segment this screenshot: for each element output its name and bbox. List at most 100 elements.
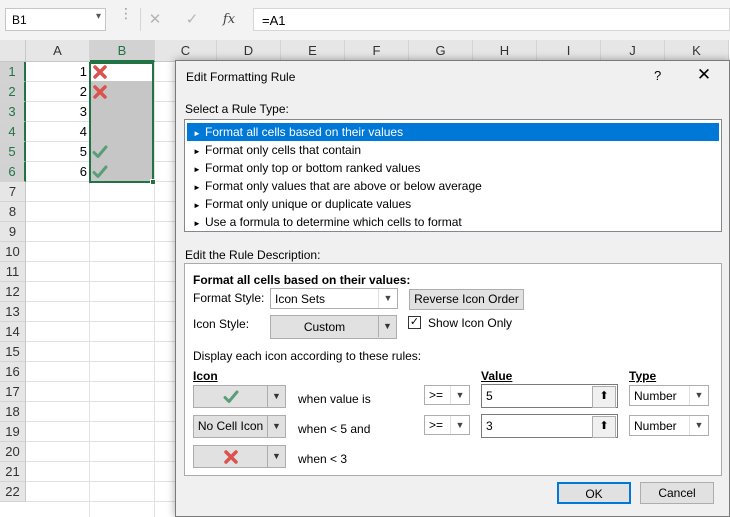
rule-1-condition: when value is — [298, 392, 371, 406]
column-header-j[interactable]: J — [601, 40, 665, 62]
row-header-6[interactable]: 6 — [0, 162, 26, 182]
column-header-g[interactable]: G — [409, 40, 473, 62]
row-header-11[interactable]: 11 — [0, 262, 26, 282]
column-header-k[interactable]: K — [665, 40, 729, 62]
dialog-title: Edit Formatting Rule — [186, 70, 296, 84]
rule-type-item[interactable]: ► Format only unique or duplicate values — [187, 195, 719, 213]
enter-icon[interactable]: ✓ — [182, 10, 202, 30]
rule-1-operator: >= — [429, 388, 444, 402]
arrow-right-icon: ► — [193, 219, 201, 228]
value-column-header: Value — [481, 369, 513, 383]
icon-column-header: Icon — [193, 369, 218, 383]
cell-a2[interactable]: 2 — [26, 82, 90, 102]
rule-1-operator-select[interactable]: >= ▼ — [424, 385, 470, 405]
drag-handle-icon[interactable]: ⋮ — [119, 6, 133, 28]
row-header-10[interactable]: 10 — [0, 242, 26, 262]
row-header-8[interactable]: 8 — [0, 202, 26, 222]
reverse-icon-order-button[interactable]: Reverse Icon Order — [409, 289, 524, 310]
row-header-18[interactable]: 18 — [0, 402, 26, 422]
row-header-21[interactable]: 21 — [0, 462, 26, 482]
rule-1-type-select[interactable]: Number ▼ — [629, 385, 709, 406]
cell-a1[interactable]: 1 — [26, 62, 90, 82]
chevron-down-icon[interactable]: ▼ — [267, 446, 285, 467]
row-header-2[interactable]: 2 — [0, 82, 26, 102]
red-x-icon — [92, 84, 108, 100]
icon-style-select[interactable]: Custom ▼ — [270, 315, 397, 339]
range-select-icon[interactable]: ⬆ — [592, 386, 616, 408]
insert-function-icon[interactable]: fx — [219, 10, 239, 30]
range-select-icon[interactable]: ⬆ — [592, 416, 616, 438]
rule-type-item[interactable]: ► Format only top or bottom ranked values — [187, 159, 719, 177]
rule-2-value-input[interactable]: 3 ⬆ — [481, 414, 618, 438]
chevron-down-icon[interactable]: ▼ — [689, 386, 708, 405]
row-header-16[interactable]: 16 — [0, 362, 26, 382]
row-header-14[interactable]: 14 — [0, 322, 26, 342]
row-header-3[interactable]: 3 — [0, 102, 26, 122]
row-header-19[interactable]: 19 — [0, 422, 26, 442]
rule-type-item[interactable]: ► Format only cells that contain — [187, 141, 719, 159]
row-header-9[interactable]: 9 — [0, 222, 26, 242]
red-x-icon — [194, 446, 267, 467]
help-icon[interactable]: ? — [654, 68, 661, 83]
chevron-down-icon[interactable]: ▼ — [378, 316, 396, 337]
rule-type-label: Format only values that are above or bel… — [205, 179, 482, 193]
cell-a4[interactable]: 4 — [26, 122, 90, 142]
rule-description-panel: Format all cells based on their values: … — [184, 263, 722, 476]
icon-style-value: Custom — [303, 320, 346, 334]
ok-button[interactable]: OK — [557, 482, 631, 504]
name-box[interactable]: B1 ▾ — [5, 8, 106, 31]
cancel-button[interactable]: Cancel — [640, 482, 714, 504]
rule-2-operator-select[interactable]: >= ▼ — [424, 415, 470, 435]
column-header-f[interactable]: F — [345, 40, 409, 62]
edit-formatting-rule-dialog: Edit Formatting Rule ? ✕ Select a Rule T… — [175, 60, 730, 517]
chevron-down-icon[interactable]: ▼ — [450, 416, 469, 434]
column-header-h[interactable]: H — [473, 40, 537, 62]
column-header-e[interactable]: E — [281, 40, 345, 62]
rule-type-list[interactable]: ► Format all cells based on their values ►… — [184, 119, 722, 232]
chevron-down-icon[interactable]: ▼ — [450, 386, 469, 404]
rule-1-icon-select[interactable]: ▼ — [193, 385, 286, 408]
rule-2-value: 3 — [486, 419, 493, 433]
green-check-icon — [92, 144, 108, 160]
chevron-down-icon[interactable]: ▼ — [378, 289, 397, 308]
rule-type-item[interactable]: ► Format only values that are above or be… — [187, 177, 719, 195]
row-header-5[interactable]: 5 — [0, 142, 26, 162]
column-header-d[interactable]: D — [217, 40, 281, 62]
row-header-12[interactable]: 12 — [0, 282, 26, 302]
cell-a6[interactable]: 6 — [26, 162, 90, 182]
chevron-down-icon[interactable]: ▼ — [267, 386, 285, 407]
chevron-down-icon[interactable]: ▼ — [689, 416, 708, 435]
column-header-i[interactable]: I — [537, 40, 601, 62]
rule-2-type-select[interactable]: Number ▼ — [629, 415, 709, 436]
edit-description-label: Edit the Rule Description: — [185, 248, 321, 262]
cell-a5[interactable]: 5 — [26, 142, 90, 162]
rule-1-value-input[interactable]: 5 ⬆ — [481, 384, 618, 408]
format-style-select[interactable]: Icon Sets ▼ — [270, 288, 398, 309]
row-header-1[interactable]: 1 — [0, 62, 26, 82]
formula-input[interactable]: =A1 — [253, 8, 730, 31]
chevron-down-icon[interactable]: ▾ — [96, 11, 101, 22]
rule-2-icon-select[interactable]: No Cell Icon ▼ — [193, 415, 286, 438]
column-header-a[interactable]: A — [26, 40, 90, 62]
fill-handle[interactable] — [150, 179, 156, 185]
row-header-4[interactable]: 4 — [0, 122, 26, 142]
select-all-corner[interactable] — [0, 40, 26, 62]
row-header-15[interactable]: 15 — [0, 342, 26, 362]
cell-a3[interactable]: 3 — [26, 102, 90, 122]
rule-type-item[interactable]: ► Format all cells based on their values — [187, 123, 719, 141]
cancel-icon[interactable]: ✕ — [145, 10, 165, 30]
chevron-down-icon[interactable]: ▼ — [267, 416, 285, 437]
show-icon-only-checkbox[interactable]: ✓ — [408, 316, 421, 329]
column-header-b[interactable]: B — [90, 40, 155, 62]
close-icon[interactable]: ✕ — [694, 65, 714, 85]
row-header-13[interactable]: 13 — [0, 302, 26, 322]
rule-type-item[interactable]: ► Use a formula to determine which cells … — [187, 213, 719, 231]
description-heading: Format all cells based on their values: — [193, 273, 411, 287]
rule-type-label: Format only cells that contain — [205, 143, 362, 157]
row-header-20[interactable]: 20 — [0, 442, 26, 462]
column-header-c[interactable]: C — [155, 40, 217, 62]
rule-3-icon-select[interactable]: ▼ — [193, 445, 286, 468]
row-header-22[interactable]: 22 — [0, 482, 26, 502]
row-header-7[interactable]: 7 — [0, 182, 26, 202]
row-header-17[interactable]: 17 — [0, 382, 26, 402]
